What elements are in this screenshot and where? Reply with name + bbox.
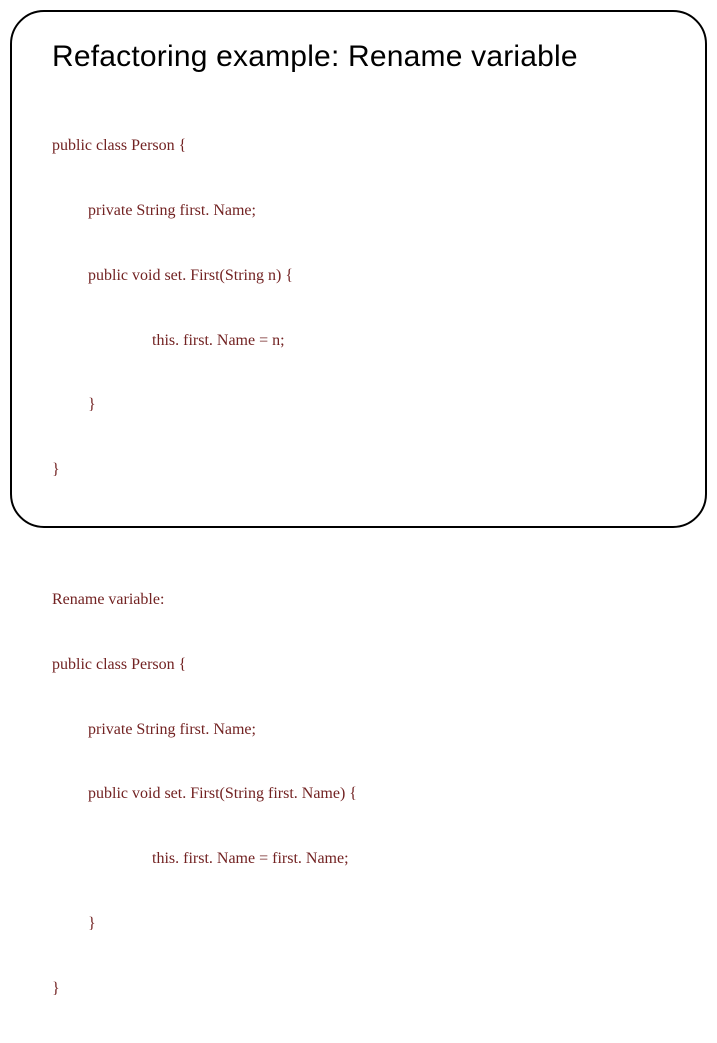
code-line: public void set. First(String n) { — [52, 265, 665, 287]
code-line: public void set. First(String first. Nam… — [52, 783, 665, 805]
code-line: } — [52, 459, 665, 481]
code-line: this. first. Name = first. Name; — [52, 848, 665, 870]
code-line: public class Person { — [52, 654, 665, 676]
code-line: } — [52, 913, 665, 935]
slide-title: Refactoring example: Rename variable — [52, 40, 665, 74]
code-line: public class Person { — [52, 135, 665, 157]
code-line: this. first. Name = n; — [52, 330, 665, 352]
rename-label: Rename variable: — [52, 589, 665, 611]
code-line: private String first. Name; — [52, 200, 665, 222]
code-block-after: Rename variable: public class Person { p… — [52, 546, 665, 1043]
slide-frame: Refactoring example: Rename variable pub… — [10, 10, 707, 528]
code-block-before: public class Person { private String fir… — [52, 92, 665, 524]
code-line: private String first. Name; — [52, 719, 665, 741]
code-line: } — [52, 394, 665, 416]
code-line: } — [52, 978, 665, 1000]
